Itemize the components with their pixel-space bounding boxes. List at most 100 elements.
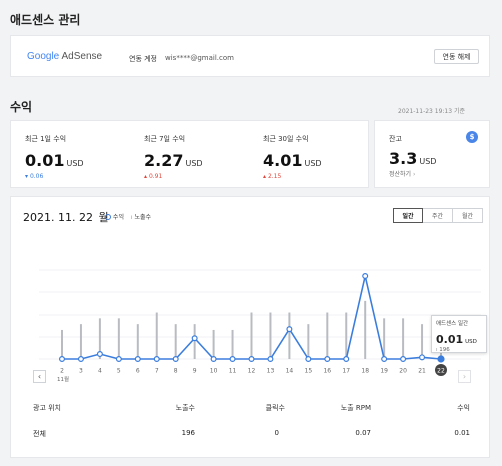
x-tick-label[interactable]: 21 [418,368,426,375]
month-label: 11월 [57,375,69,383]
revenue-stat-unit: USD [304,159,322,168]
x-tick-label[interactable]: 3 [79,368,83,375]
x-tick-label[interactable]: 10 [210,368,218,375]
x-tick-label[interactable]: 9 [193,368,197,375]
revenue-point[interactable] [343,355,350,362]
impressions-bar [269,312,272,359]
next-button[interactable]: › [458,370,471,383]
revenue-point[interactable] [191,335,198,342]
revenue-stat: 최근 30일 수익 4.01 USD ▴ 2.15 [263,134,373,180]
impressions-bar [364,300,367,359]
revenue-point[interactable] [210,355,217,362]
revenue-timestamp: 2021-11-23 19:13 기준 [398,108,466,115]
x-tick-label[interactable]: 7 [155,368,159,375]
table-header-clicks: 클릭수 [265,404,285,412]
revenue-point[interactable] [419,354,426,361]
revenue-chart: 2 3 4 5 6 7 8 9 10 11 12 13 14 15 16 17 18 19 20 21 22 11월 [39,269,481,383]
impressions-bar [117,318,120,359]
x-tick-label[interactable]: 17 [342,368,350,375]
revenue-point[interactable] [305,355,312,362]
x-tick-label[interactable]: 11 [229,368,237,375]
x-tick-label[interactable]: 12 [248,368,256,375]
tooltip-title: 애드센스 일간 [436,321,469,327]
x-tick-label[interactable]: 20 [399,368,407,375]
x-tick-label[interactable]: 6 [136,368,140,375]
revenue-legend-icon [105,214,111,220]
tooltip-value: 0.01 [436,333,464,346]
x-tick-label[interactable]: 5 [117,368,121,375]
revenue-point[interactable] [115,355,122,362]
period-tabs: 일간 주간 월간 [393,208,483,223]
revenue-stat-value: 4.01 [263,151,303,170]
linked-account-email: wis****@gmail.com [165,54,234,62]
impressions-tooltip-icon: ı [436,347,438,353]
balance-label: 잔고 [389,135,402,143]
revenue-point[interactable] [381,355,388,362]
prev-button[interactable]: ‹ [33,370,46,383]
delta-arrow-icon: ▴ [263,173,267,180]
page-title: 애드센스 관리 [10,13,81,27]
delta-arrow-icon: ▴ [144,173,148,180]
balance-card: 잔고 $ 3.3 USD 정산하기 › [374,120,490,188]
x-tick-label[interactable]: 18 [361,368,369,375]
revenue-stat-unit: USD [66,159,84,168]
x-tick-label[interactable]: 15 [305,368,313,375]
revenue-point[interactable] [58,355,65,362]
balance-unit: USD [419,157,437,166]
table-cell-placement: 전체 [33,430,46,438]
revenue-summary-card: 최근 1일 수익 0.01 USD ▾ 0.06 최근 7일 수익 2.27 USD ▴ 0.… [10,120,369,188]
revenue-point[interactable] [172,355,179,362]
settle-link-label[interactable]: 정산하기 [389,171,411,178]
x-tick-label[interactable]: 13 [267,368,275,375]
revenue-stat: 최근 1일 수익 0.01 USD ▾ 0.06 [25,134,135,180]
adsense-logo: Google AdSense [27,51,102,62]
table-cell-clicks: 0 [274,429,279,437]
x-tick-label[interactable]: 22 [437,368,445,375]
tab-monthly[interactable]: 월간 [453,208,483,223]
revenue-point[interactable] [229,355,236,362]
account-card: Google AdSense 연동 계정 wis****@gmail.com 연… [10,35,490,77]
impressions-bar [136,324,139,359]
chevron-right-icon: › [413,171,416,178]
tab-weekly[interactable]: 주간 [423,208,453,223]
x-tick-label[interactable]: 4 [98,368,102,375]
impressions-bar [307,324,310,359]
settle-link[interactable]: 정산하기 › [389,169,415,178]
x-tick-label[interactable]: 8 [174,368,178,375]
revenue-point[interactable] [400,355,407,362]
revenue-point[interactable] [153,355,160,362]
x-tick-label[interactable]: 2 [60,368,64,375]
revenue-point[interactable] [324,355,331,362]
revenue-point[interactable] [286,326,293,333]
tab-daily[interactable]: 일간 [393,208,423,223]
revenue-point[interactable] [267,355,274,362]
table-header-rpm: 노출 RPM [340,404,371,412]
revenue-point[interactable] [96,351,103,358]
google-logo-text: Google [27,51,60,62]
x-tick-label[interactable]: 16 [323,368,331,375]
revenue-point[interactable] [437,355,445,363]
revenue-point[interactable] [77,355,84,362]
chart-date-value: 2021. 11. 22 [23,211,93,224]
impressions-legend-icon: ı [130,214,133,221]
impressions-bar [155,312,158,359]
chevron-left-icon: ‹ [37,372,42,381]
revenue-point[interactable] [134,355,141,362]
balance-value: 3.3 [389,149,418,168]
impressions-bar [193,324,196,359]
revenue-point[interactable] [362,272,369,279]
unlink-button[interactable]: 연동 해제 [434,49,479,64]
impressions-bar [212,329,215,359]
revenue-point[interactable] [248,355,255,362]
x-tick-label[interactable]: 19 [380,368,388,375]
revenue-stat-delta-value: 0.06 [29,173,44,180]
chart-tooltip: 애드센스 일간 0.01 USD ı 196 [431,315,487,353]
tooltip-unit: USD [465,339,477,345]
x-tick-label[interactable]: 14 [286,368,294,375]
revenue-stat: 최근 7일 수익 2.27 USD ▴ 0.91 [144,134,254,180]
revenue-stat-label: 최근 1일 수익 [25,135,67,143]
table-header-impressions: 노출수 [175,404,195,412]
impressions-legend-label: 노출수 [134,214,152,221]
impressions-bar [61,329,63,359]
linked-account-label: 연동 계정 [129,55,157,63]
